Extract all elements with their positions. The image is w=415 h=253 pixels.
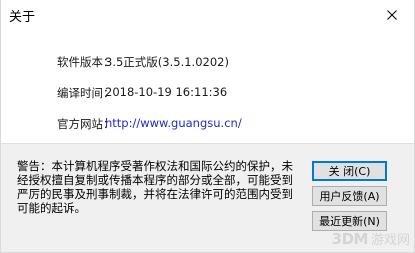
close-button[interactable]: 关 闭(C)	[312, 161, 387, 181]
close-icon	[387, 10, 397, 20]
build-time-value: 2018-10-19 16:11:36	[105, 85, 228, 99]
bottom-panel: 警告：本计算机程序受著作权法和国际公约的保护，未经授权擅自复制或传播本程序的部分…	[1, 144, 414, 252]
about-dialog: 关于 软件版本： 3.5正式版(3.5.1.0202) 编译时间： 2018-1…	[0, 0, 415, 253]
website-link[interactable]: http://www.guangsu.cn/	[105, 116, 242, 130]
title-bar[interactable]: 关于	[1, 0, 414, 30]
site-watermark: 3DM 游戏网	[331, 229, 410, 249]
window-title: 关于	[9, 10, 36, 25]
user-feedback-button[interactable]: 用户反馈(A)	[312, 186, 387, 206]
recent-updates-button[interactable]: 最近更新(N)	[312, 211, 387, 231]
watermark-text: 游戏网	[370, 233, 410, 248]
build-time-row: 编译时间： 2018-10-19 16:11:36	[1, 85, 414, 103]
version-row: 软件版本： 3.5正式版(3.5.1.0202)	[1, 54, 414, 72]
version-value: 3.5正式版(3.5.1.0202)	[105, 55, 229, 69]
info-panel: 软件版本： 3.5正式版(3.5.1.0202) 编译时间： 2018-10-1…	[1, 30, 414, 143]
window-close-button[interactable]	[370, 0, 414, 30]
watermark-logo: 3DM	[331, 229, 369, 248]
copyright-warning: 警告：本计算机程序受著作权法和国际公约的保护，未经授权擅自复制或传播本程序的部分…	[17, 159, 293, 215]
website-row: 官方网站： http://www.guangsu.cn/	[1, 116, 414, 134]
